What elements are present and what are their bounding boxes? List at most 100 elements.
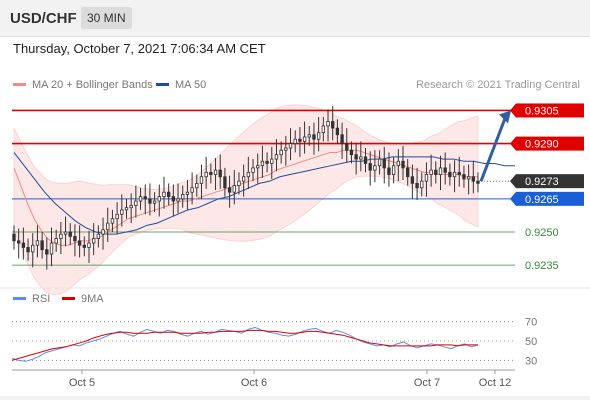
candle-body — [307, 134, 311, 138]
rsi-ma-label: 9MA — [81, 293, 104, 305]
candle-body — [162, 191, 166, 198]
candle-body — [420, 180, 424, 189]
candle-body — [471, 176, 475, 182]
candle-body — [124, 207, 129, 211]
candle-body — [54, 238, 58, 244]
candle-body — [406, 167, 410, 178]
level-label-0.9235: 0.9235 — [525, 260, 559, 272]
candle-body — [59, 233, 63, 240]
candle-body — [129, 205, 133, 209]
candle-body — [17, 240, 21, 244]
candle-body — [466, 176, 471, 180]
candle-body — [340, 134, 344, 145]
candle-body — [199, 176, 204, 184]
candle-body — [265, 160, 269, 164]
level-label-0.9250: 0.9250 — [525, 227, 559, 239]
candle-body — [49, 242, 54, 255]
level-label-0.9273: 0.9273 — [525, 176, 559, 188]
frame-bottom — [0, 396, 590, 400]
rsi-label: RSI — [32, 293, 51, 305]
candle-body — [82, 244, 86, 248]
candle-body — [218, 169, 222, 178]
candle-body — [251, 167, 255, 173]
candle-body — [302, 136, 307, 142]
candle-body — [213, 169, 218, 175]
candle-body — [321, 125, 326, 133]
candle-body — [270, 158, 274, 164]
candle-body — [12, 233, 16, 242]
candle-body — [21, 242, 26, 248]
candle-body — [73, 235, 77, 242]
candle-body — [260, 160, 265, 167]
candle-body — [241, 176, 246, 182]
x-tick-label: Oct 7 — [414, 377, 440, 389]
candle-body — [115, 213, 119, 220]
candle-body — [92, 238, 96, 244]
candle-body — [176, 198, 180, 202]
candle-body — [457, 171, 461, 175]
candle-body — [138, 196, 143, 202]
candle-body — [293, 138, 297, 145]
candle-body — [368, 163, 372, 171]
candle-body — [434, 169, 438, 175]
candle-body — [26, 247, 30, 253]
rsi-tick-30: 30 — [525, 355, 537, 367]
candle-body — [256, 165, 260, 169]
candle-body — [181, 194, 185, 200]
candle-body — [335, 127, 340, 136]
candle-body — [185, 191, 190, 195]
candle-body — [410, 176, 415, 184]
candle-body — [438, 167, 443, 175]
candle-body — [429, 169, 433, 175]
candle-body — [63, 231, 68, 235]
candle-body — [45, 249, 49, 255]
candle-body — [401, 160, 405, 169]
candle-body — [363, 156, 368, 164]
candle-body — [87, 242, 91, 248]
candle-body — [316, 132, 321, 140]
price-chart: 0.9305 0.9290 0.9273 0.9265 0.9250 0.9235 70 50… — [0, 103, 590, 389]
candle-body — [77, 240, 82, 246]
candle-body — [223, 176, 227, 189]
candle-body — [152, 200, 157, 204]
candle-body — [237, 180, 241, 186]
candle-body — [391, 165, 396, 175]
candle-body — [452, 171, 457, 178]
rsi-tick-70: 70 — [525, 317, 537, 329]
bollinger-band — [13, 104, 479, 296]
level-label-0.9305: 0.9305 — [525, 105, 559, 117]
candle-body — [274, 154, 279, 160]
level-badge-tip-0.9305 — [510, 103, 516, 118]
candle-body — [246, 171, 251, 178]
candle-body — [195, 182, 199, 189]
candle-body — [227, 187, 232, 193]
candle-body — [448, 171, 452, 178]
candle-body — [373, 165, 377, 171]
candle-body — [35, 240, 40, 246]
candle-body — [288, 143, 293, 149]
candle-body — [166, 191, 171, 198]
level-badge-tip-0.9265 — [510, 191, 516, 206]
candle-body — [462, 174, 466, 180]
rsi-line — [11, 326, 479, 362]
level-badge-tip-0.9290 — [510, 136, 516, 151]
candle-body — [143, 196, 147, 200]
candle-body — [476, 180, 480, 184]
legend-rsi: RSI — [13, 293, 50, 305]
candle-body — [120, 209, 124, 215]
candle-body — [204, 171, 208, 178]
candle-body — [298, 138, 302, 142]
candle-body — [387, 167, 391, 175]
candle-body — [382, 158, 386, 169]
legend-rsi-ma: 9MA — [62, 293, 104, 305]
candle-body — [284, 147, 288, 151]
rsi-ma-swatch — [62, 296, 75, 300]
candle-body — [232, 185, 236, 193]
candle-body — [279, 149, 283, 156]
candle-body — [68, 231, 72, 237]
candle-body — [354, 154, 358, 160]
x-tick-label: Oct 6 — [241, 377, 267, 389]
candle-body — [331, 121, 335, 129]
candle-body — [424, 174, 429, 182]
candle-body — [349, 149, 354, 156]
